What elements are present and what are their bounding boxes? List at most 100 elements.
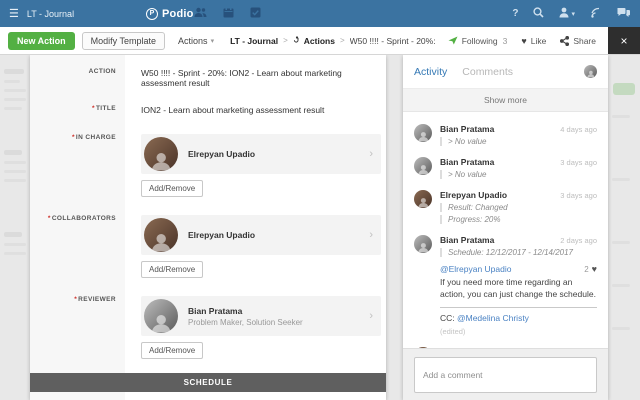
avatar [144,299,178,333]
podio-logo-text: Podio [162,7,194,20]
following-button[interactable]: Following 3 [448,35,508,46]
workspace-switcher[interactable]: ☰ LT - Journal [9,0,74,27]
field-title: *TITLE ION2 - Learn about marketing asse… [30,88,386,115]
field-title-label: TITLE [95,105,116,112]
required-marker: * [71,134,75,141]
following-count: 3 [502,35,508,46]
podio-logo-icon: P [146,7,158,20]
contacts-icon[interactable] [194,5,207,23]
activity-change: > No value [440,137,597,146]
breadcrumb-workspace[interactable]: LT - Journal [230,36,278,46]
chevron-right-icon: › [369,310,373,322]
avatar [144,218,178,252]
workspace-name[interactable]: LT - Journal [27,9,74,19]
chat-icon[interactable] [617,5,630,23]
collaborators-add-remove-button[interactable]: Add/Remove [141,261,204,278]
share-label: Share [573,35,596,46]
schedule-section-header: SCHEDULE [30,373,386,392]
activity-timestamp: 3 days ago [560,191,597,200]
avatar [414,235,432,253]
tab-activity[interactable]: Activity [414,66,447,78]
activity-panel: Activity Comments Show more Bian Pratama… [403,55,608,400]
field-title-value[interactable]: ION2 - Learn about marketing assessment … [141,105,372,115]
modify-template-button[interactable]: Modify Template [81,31,166,50]
chevron-right-icon: › [369,148,373,160]
new-action-button[interactable]: New Action [8,31,75,50]
contact-name: Elrepyan Upadio [188,149,256,159]
required-marker: * [74,296,78,303]
mention-link[interactable]: @Elrepyan Upadio [440,264,511,274]
chevron-right-icon: › [369,229,373,241]
breadcrumb-separator: > [283,36,288,45]
activity-change: Progress: 20% [440,215,597,224]
following-bird-icon [448,36,458,45]
field-action-label-cell: ACTION [30,68,125,88]
item-social-actions: Following 3 ♥ Like Share [448,35,596,46]
activity-change: > No value [440,170,597,179]
field-reviewer-label-cell: *REVIEWER [30,296,125,359]
field-collaborators: *COLLABORATORS Elrepyan Upadio › Add/Rem… [30,197,386,278]
field-in-charge: *IN CHARGE Elrepyan Upadio › Add/Remove [30,115,386,197]
field-action-value: W50 !!!! - Sprint - 20%: ION2 - Learn ab… [141,68,342,88]
activity-user-name[interactable]: Bian Pratama [440,235,494,245]
activity-feed[interactable]: Bian Pratama 4 days ago > No value Bian … [403,115,608,348]
podio-logo[interactable]: P Podio [146,0,194,27]
reviewer-contact-card[interactable]: Bian Pratama Problem Maker, Solution See… [141,296,381,336]
field-collaborators-label: COLLABORATORS [51,215,116,222]
share-icon [560,35,570,46]
user-icon [559,5,569,23]
account-menu[interactable]: ▾ [559,5,575,23]
hamburger-menu-icon[interactable]: ☰ [9,7,19,20]
add-comment-input[interactable] [414,357,597,393]
breadcrumb-separator: > [339,36,345,45]
in-charge-add-remove-button[interactable]: Add/Remove [141,180,204,197]
search-icon[interactable] [533,5,545,23]
hook-app-icon [293,36,301,45]
in-charge-contact-card[interactable]: Elrepyan Upadio › [141,134,381,174]
field-title-label-cell: *TITLE [30,105,125,115]
top-navigation-bar: ☰ LT - Journal P Podio ? ▾ [0,0,640,27]
help-icon[interactable]: ? [512,8,518,19]
close-item-button[interactable]: × [608,27,640,54]
avatar [414,157,432,175]
actions-dropdown[interactable]: Actions ▾ [178,36,214,46]
activity-panel-header: Activity Comments [403,55,608,89]
broadcast-icon[interactable] [590,5,602,23]
share-button[interactable]: Share [560,35,596,46]
comment-text: If you need more time regarding an actio… [440,277,596,299]
field-action-label: ACTION [88,68,116,75]
like-button[interactable]: ♥ Like [521,36,546,46]
heart-icon: ♥ [521,35,527,46]
activity-item: Bian Pratama 2 days ago Schedule: 12/12/… [414,235,597,336]
like-count: 2 [584,264,589,274]
cc-label: CC: [440,312,457,323]
contact-subtitle: Problem Maker, Solution Seeker [188,317,303,327]
mention-link[interactable]: @Medelina Christy [457,313,529,323]
collaborators-contact-card[interactable]: Elrepyan Upadio › [141,215,381,255]
comment-likes[interactable]: 2 ♥ [584,264,597,274]
edited-flag: (edited) [440,326,466,336]
topbar-app-icons [194,0,261,27]
activity-change: Schedule: 12/12/2017 - 12/14/2017 [440,248,597,257]
activity-timestamp: 3 days ago [560,158,597,167]
item-detail-panel: ACTION W50 !!!! - Sprint - 20%: ION2 - L… [30,55,386,400]
activity-user-name[interactable]: Bian Pratama [440,124,494,134]
main-area: ACTION W50 !!!! - Sprint - 20%: ION2 - L… [0,55,640,400]
show-more-button[interactable]: Show more [403,89,608,112]
following-label: Following [461,35,498,46]
tasks-icon[interactable] [250,5,261,23]
reviewer-add-remove-button[interactable]: Add/Remove [141,342,204,359]
activity-user-name[interactable]: Elrepyan Upadio [440,190,507,200]
contact-name: Elrepyan Upadio [188,230,256,240]
avatar [414,190,432,208]
caret-down-icon: ▾ [210,37,215,45]
activity-user-name[interactable]: Bian Pratama [440,157,494,167]
breadcrumb-app[interactable]: Actions [304,36,335,46]
avatar [144,137,178,171]
activity-timestamp: 2 days ago [560,236,597,245]
item-toolbar: New Action Modify Template Actions ▾ LT … [0,27,640,55]
calendar-icon[interactable] [223,5,234,23]
tab-comments[interactable]: Comments [462,66,513,78]
avatar[interactable] [584,65,597,78]
avatar [414,124,432,142]
